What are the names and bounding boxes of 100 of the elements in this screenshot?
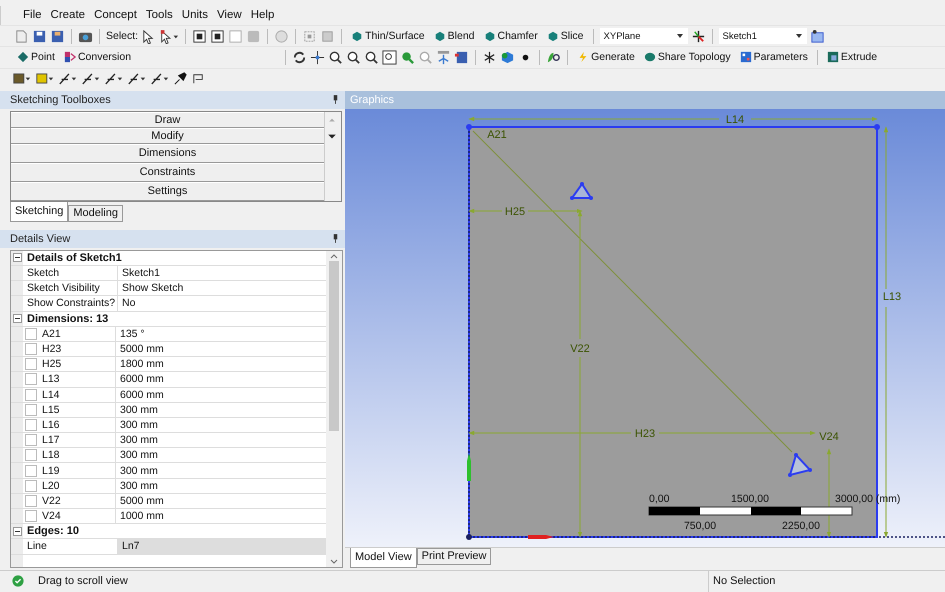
sketch-icon[interactable] [810, 28, 825, 44]
property-value: 135 ° [119, 326, 146, 341]
plane-dropdown[interactable]: XYPlane [600, 28, 688, 44]
window-icon[interactable] [454, 50, 470, 65]
axes-icon[interactable] [690, 28, 706, 44]
panel-tab[interactable]: Modeling [68, 204, 123, 222]
square-icon[interactable] [192, 28, 208, 44]
property-name: H25 [42, 358, 62, 370]
line-tool-icon[interactable] [58, 71, 78, 86]
dimension-label[interactable]: L13 [882, 290, 902, 303]
menu-item[interactable]: Help [250, 9, 274, 22]
frame-icon[interactable] [302, 28, 318, 44]
group-title: Edges: 10 [26, 524, 79, 538]
collapse-icon[interactable] [12, 526, 22, 536]
zoom-icon[interactable] [364, 50, 380, 65]
rotate-icon[interactable] [292, 50, 308, 65]
checkbox[interactable] [25, 388, 37, 401]
x-axis-arrow [528, 534, 554, 539]
scale-label: 1500,00 [731, 492, 769, 505]
toolbar-button[interactable]: Point [14, 48, 58, 66]
pin-icon[interactable] [332, 234, 339, 244]
checkbox[interactable] [25, 328, 37, 340]
checkbox[interactable] [25, 358, 37, 370]
zoom-box-icon[interactable] [382, 50, 398, 65]
triangle-shape[interactable] [788, 452, 812, 477]
save-as-icon[interactable] [50, 28, 65, 44]
checkbox[interactable] [25, 464, 37, 477]
zoom-icon[interactable] [346, 50, 362, 65]
line-tool-icon[interactable] [81, 71, 101, 86]
menu-item[interactable]: Units [182, 9, 208, 22]
panel-title: Sketching Toolboxes [10, 94, 111, 106]
new-file-icon[interactable] [14, 28, 29, 44]
menu-item[interactable]: Tools [146, 9, 173, 22]
toolbar-button[interactable]: Share Topology [640, 48, 734, 66]
collapse-icon[interactable] [12, 314, 22, 324]
checkbox[interactable] [25, 434, 37, 446]
toolbar-button[interactable]: Thin/Surface [348, 27, 428, 46]
scrollbar[interactable] [326, 250, 342, 567]
toolbox-section[interactable]: Settings [11, 182, 324, 201]
toolbox-section[interactable]: Constraints [11, 162, 324, 182]
property-name: L13 [42, 373, 60, 386]
zoom-icon[interactable] [328, 50, 344, 65]
property-value: 300 mm [119, 464, 159, 478]
checkbox[interactable] [25, 494, 37, 507]
panel-tab[interactable]: Sketching [10, 202, 68, 222]
toolbar-button[interactable]: Parameters [736, 48, 811, 66]
property-value: 6000 mm [119, 388, 165, 402]
sketch-dropdown[interactable]: Sketch1 [718, 28, 807, 44]
menu-item[interactable]: File [23, 9, 42, 22]
toolbox-section[interactable]: Modify [11, 128, 324, 144]
triangle-shape[interactable] [570, 182, 593, 200]
property-value: No [121, 296, 136, 311]
checkbox[interactable] [25, 480, 37, 492]
toolbar-button[interactable]: Extrude [824, 48, 880, 66]
line-tool-icon[interactable] [104, 71, 124, 86]
toolbar-button[interactable]: Conversion [60, 48, 134, 66]
property-value: Show Sketch [121, 281, 184, 296]
square-icon[interactable] [210, 28, 226, 44]
extrude-icon [826, 51, 839, 64]
toolbar-button[interactable]: Blend [430, 27, 478, 46]
line-tool-icon[interactable] [150, 71, 170, 86]
save-icon[interactable] [32, 28, 47, 44]
toolbar-button[interactable]: Slice [544, 27, 587, 46]
color-swatch-icon[interactable] [12, 71, 32, 86]
view-tab[interactable]: Print Preview [416, 548, 492, 565]
frame-icon[interactable] [320, 28, 336, 44]
menu-item[interactable]: Concept [94, 9, 137, 22]
caret-icon [794, 32, 803, 40]
collapse-icon[interactable] [12, 253, 22, 262]
checkbox[interactable] [25, 449, 37, 462]
hexagon-icon [546, 30, 559, 42]
checkbox[interactable] [25, 373, 37, 386]
checkbox[interactable] [25, 418, 37, 431]
checkbox[interactable] [25, 510, 37, 522]
menu-item[interactable]: View [216, 9, 242, 22]
toolbox-section[interactable]: Draw [11, 112, 324, 128]
view-tab[interactable]: Model View [350, 548, 417, 568]
cursor-icon[interactable] [159, 28, 180, 44]
pan-icon[interactable] [310, 50, 326, 65]
pin-icon[interactable] [332, 95, 339, 104]
menu-item[interactable]: Create [50, 9, 86, 22]
cursor-icon[interactable] [141, 28, 156, 44]
group-title: Dimensions: 13 [26, 312, 108, 326]
pin-icon[interactable] [173, 71, 188, 86]
hexagon-icon [351, 30, 364, 42]
toolbar-button[interactable]: Chamfer [480, 27, 541, 46]
line-tool-icon[interactable] [127, 71, 147, 86]
toolbar-button[interactable]: Generate [574, 48, 638, 66]
property-name: V22 [42, 494, 61, 507]
checkbox[interactable] [25, 404, 37, 416]
cube-icon[interactable] [500, 50, 516, 65]
toolbox-section[interactable]: Dimensions [11, 144, 324, 163]
property-name: L18 [42, 449, 60, 462]
scroll-thumb[interactable] [329, 260, 339, 431]
asterisk-icon[interactable] [482, 50, 498, 65]
checkbox[interactable] [25, 343, 37, 356]
iso-view-icon[interactable] [436, 50, 452, 65]
panel-header: Graphics [345, 90, 945, 109]
dimension-line[interactable] [826, 448, 832, 538]
color-swatch-icon[interactable] [35, 71, 55, 86]
